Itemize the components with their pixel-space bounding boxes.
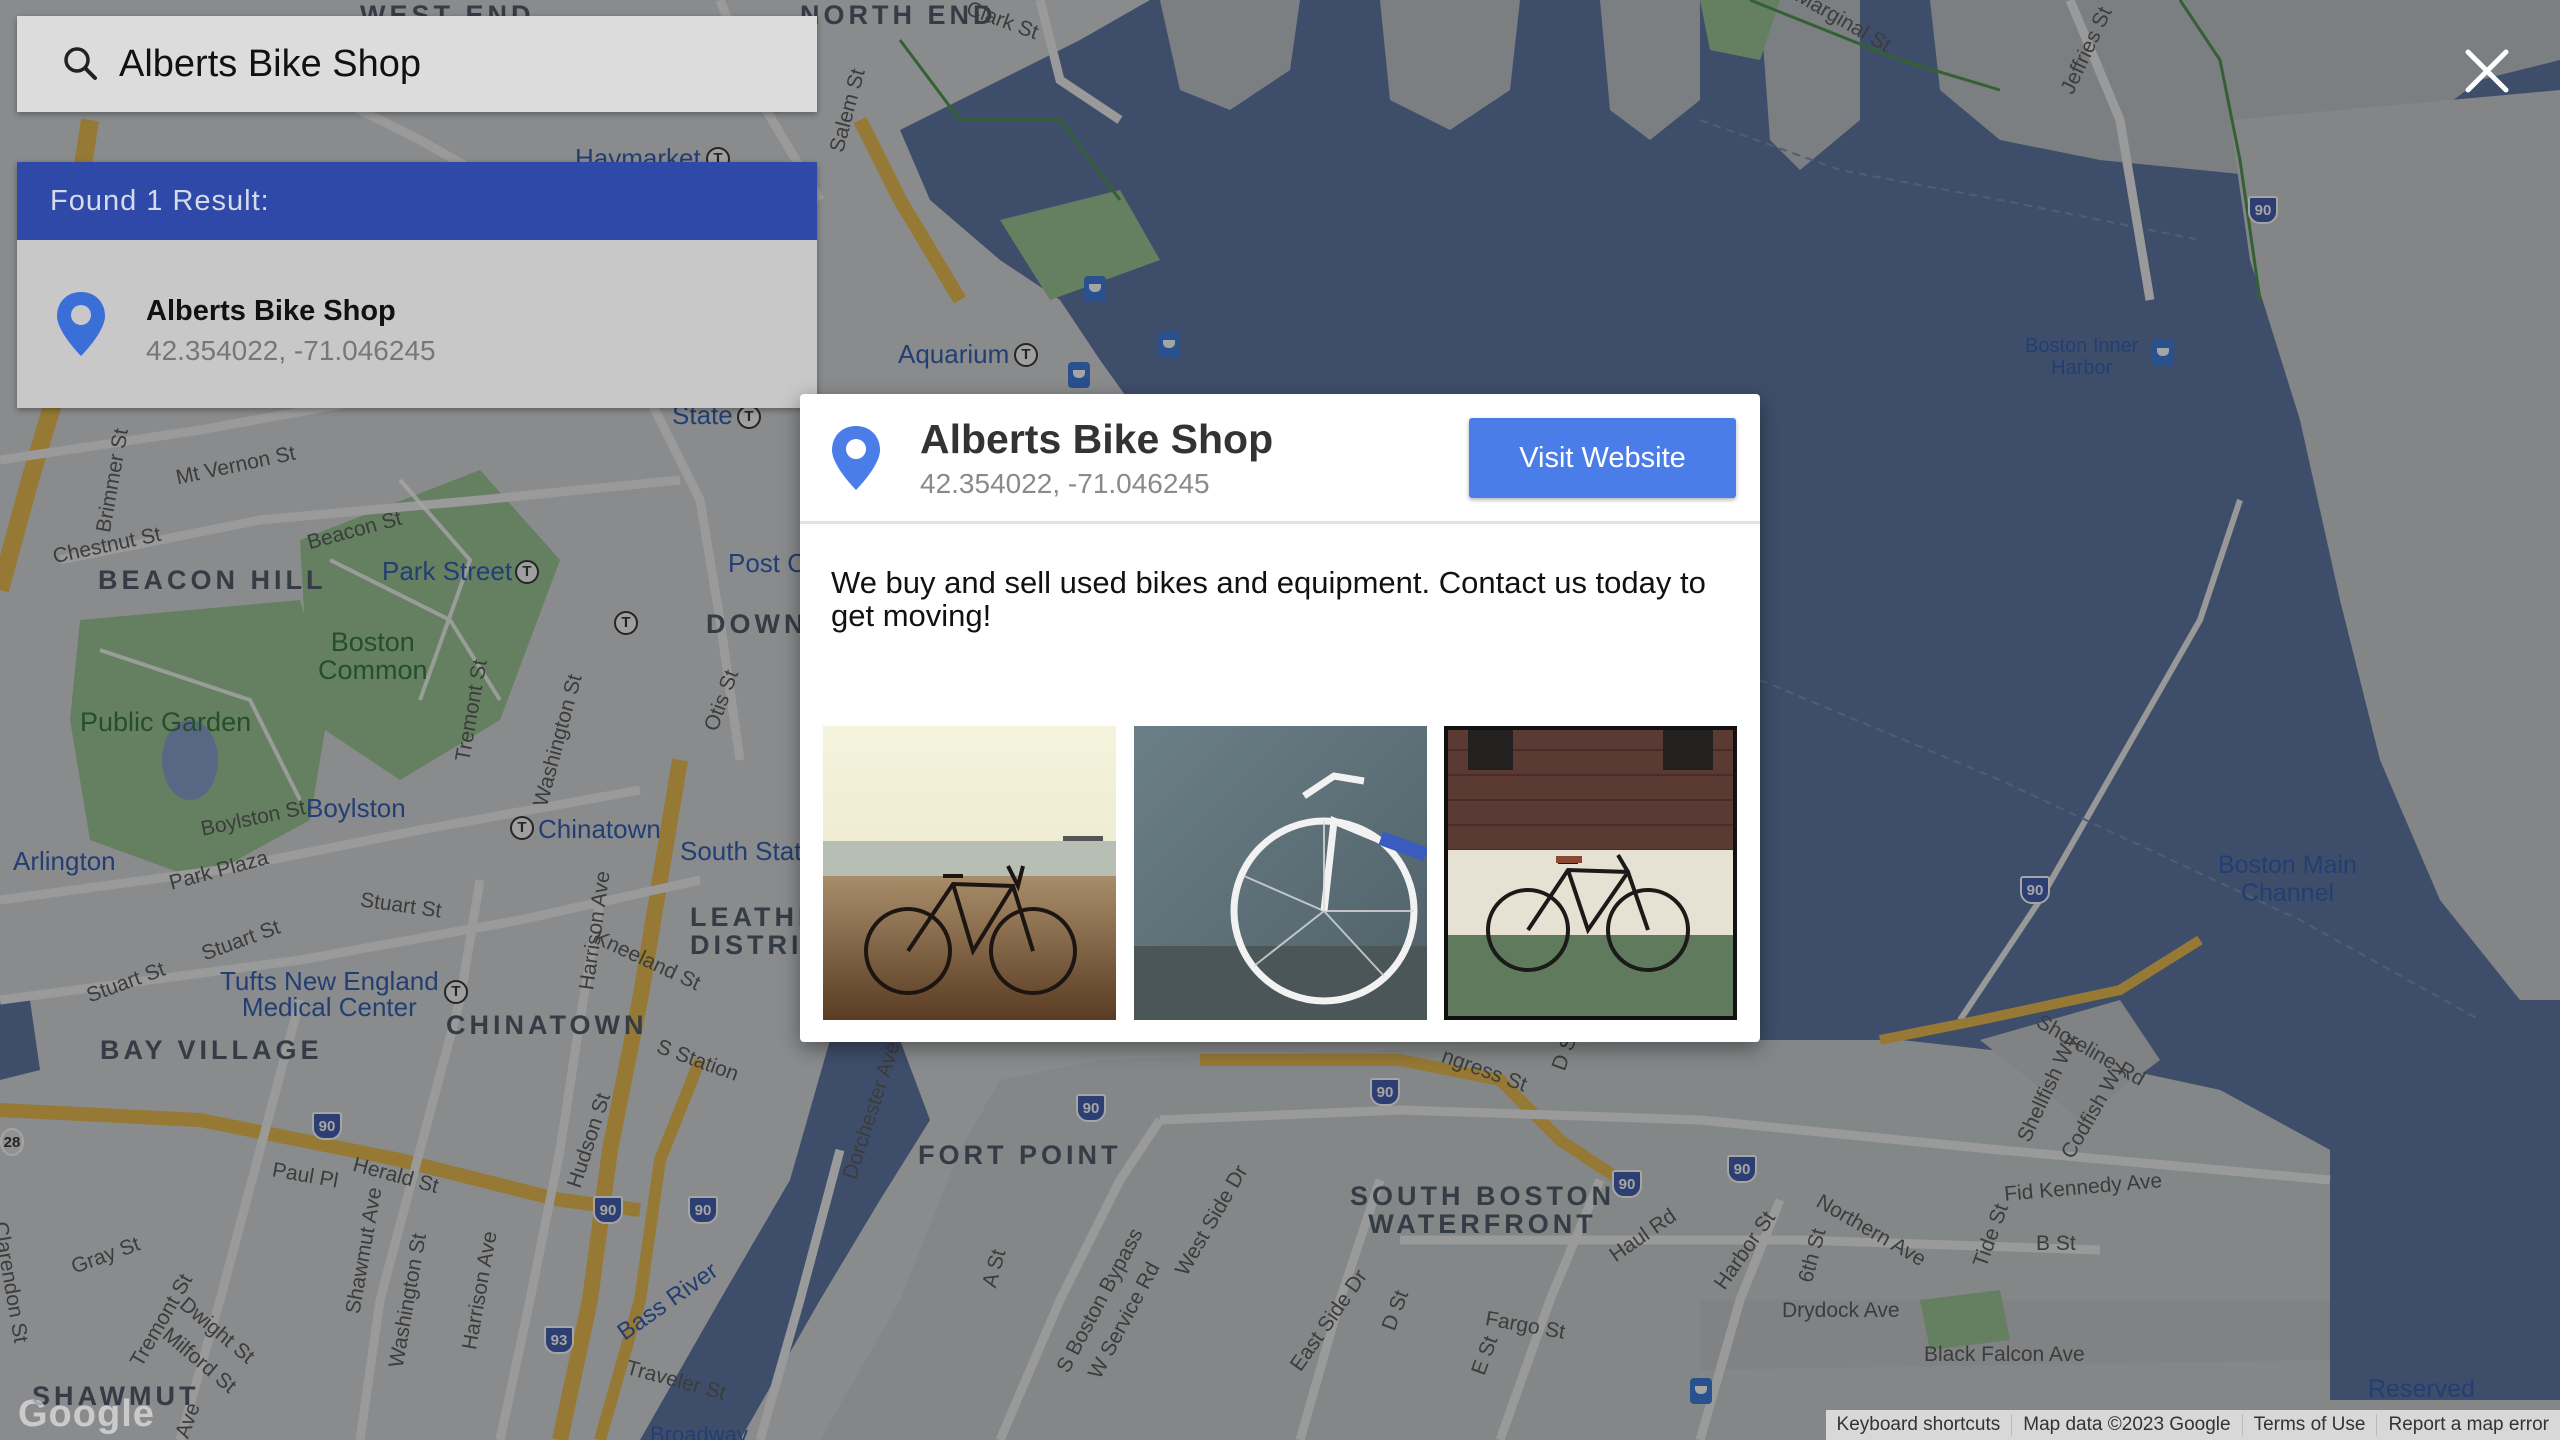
photo-bike-on-beach[interactable]	[823, 726, 1116, 1020]
modal-coords: 42.354022, -71.046245	[920, 468, 1210, 499]
result-coords: 42.354022, -71.046245	[146, 335, 436, 366]
photo-white-bike-against-wall[interactable]	[1133, 726, 1427, 1020]
location-pin-icon	[55, 290, 107, 363]
modal-title: Alberts Bike Shop	[920, 416, 1274, 462]
terms-link[interactable]: Terms of Use	[2241, 1414, 2377, 1436]
map-data-text: Map data ©2023 Google	[2011, 1414, 2241, 1436]
results-header: Found 1 Result:	[17, 162, 817, 240]
location-pin-icon	[830, 424, 882, 497]
keyboard-shortcuts-link[interactable]: Keyboard shortcuts	[1826, 1414, 2012, 1436]
modal-description: We buy and sell used bikes and equipment…	[831, 565, 1706, 634]
report-error-link[interactable]: Report a map error	[2376, 1414, 2560, 1436]
google-logo: Google	[18, 1393, 155, 1435]
close-icon	[2465, 49, 2509, 93]
photo-gallery	[823, 726, 1737, 1020]
photo-bike-against-brick-wall[interactable]	[1444, 726, 1737, 1020]
visit-website-button[interactable]: Visit Website	[1469, 418, 1736, 498]
search-box[interactable]	[17, 16, 817, 112]
result-item[interactable]: Alberts Bike Shop 42.354022, -71.046245	[17, 240, 817, 408]
search-input[interactable]	[119, 42, 799, 86]
map-attribution-bar: Keyboard shortcuts Map data ©2023 Google…	[1825, 1410, 2560, 1440]
modal-header: Alberts Bike Shop 42.354022, -71.046245 …	[800, 394, 1760, 524]
result-title: Alberts Bike Shop	[146, 295, 396, 327]
place-detail-modal: Alberts Bike Shop 42.354022, -71.046245 …	[800, 394, 1760, 1042]
close-button[interactable]	[2460, 44, 2514, 98]
search-results-panel: Found 1 Result: Alberts Bike Shop 42.354…	[17, 162, 817, 408]
search-icon	[53, 36, 109, 92]
